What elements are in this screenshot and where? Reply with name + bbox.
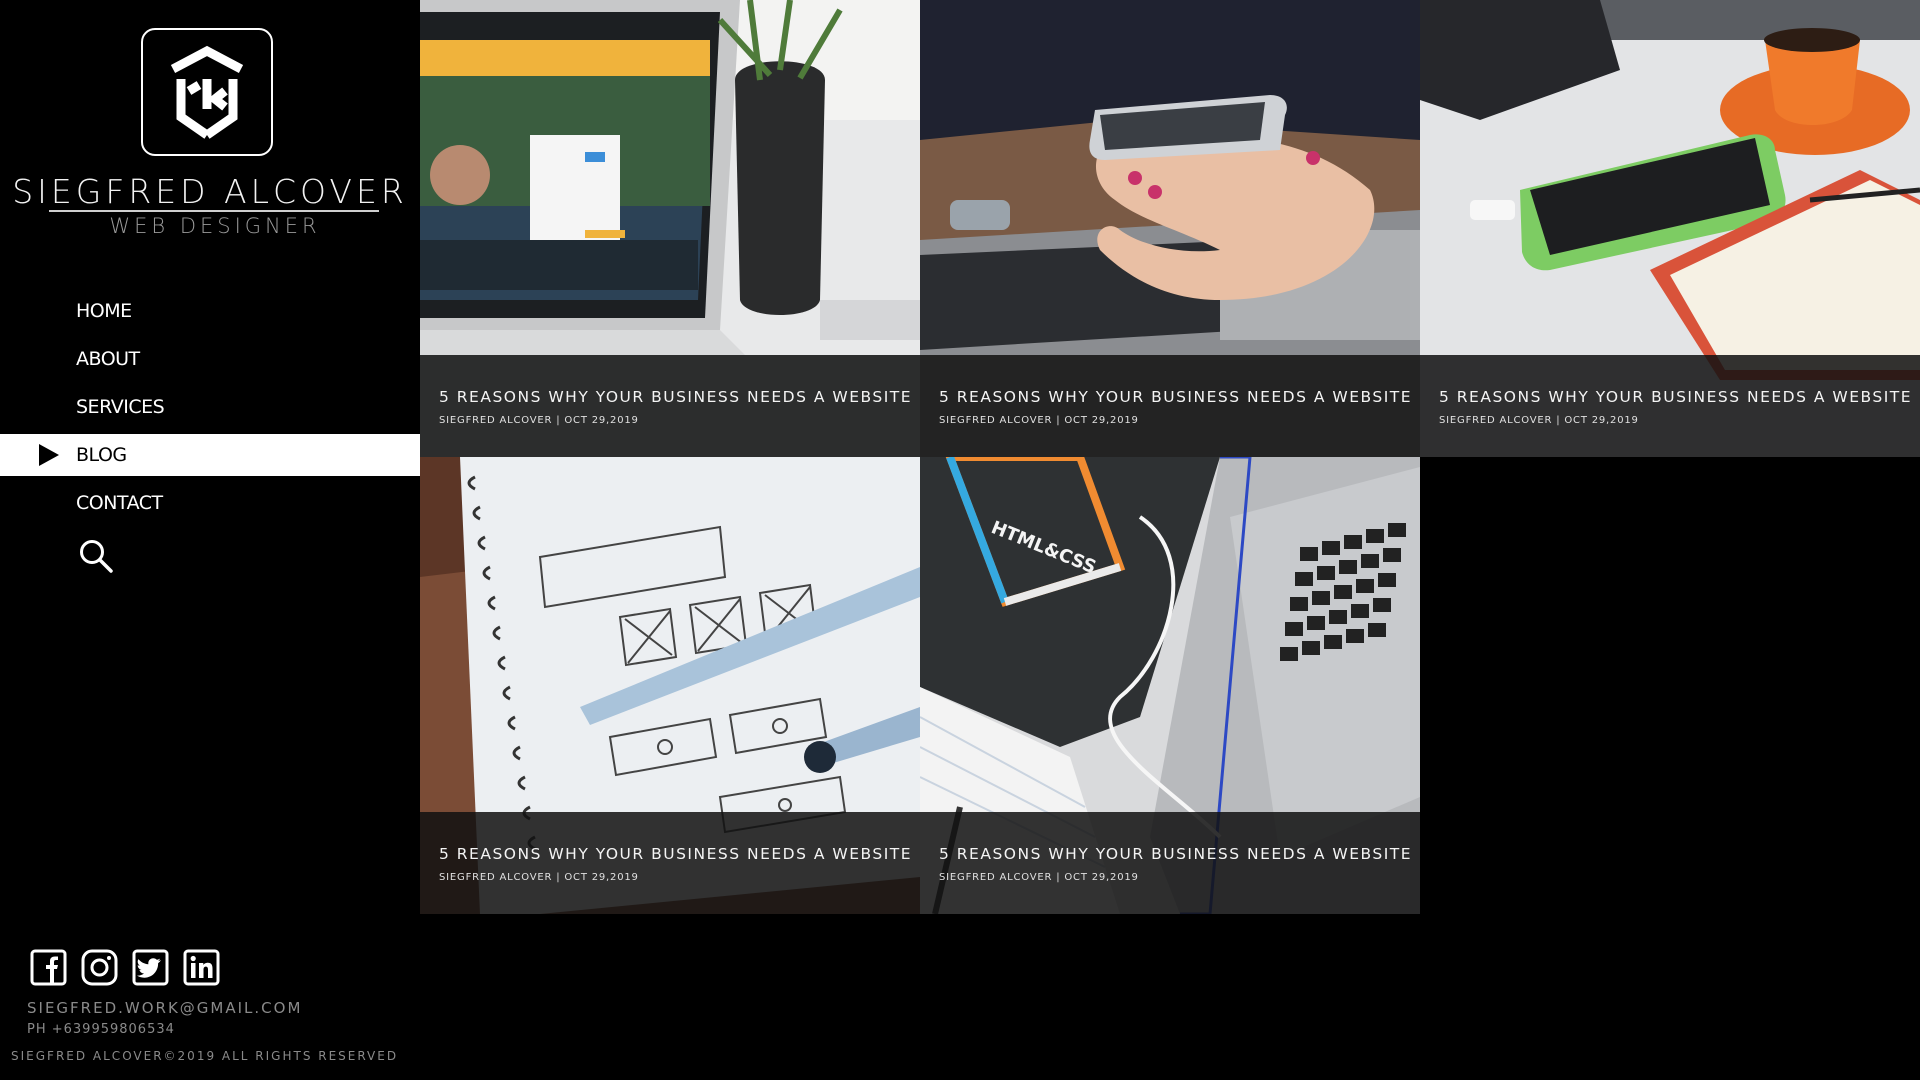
post-meta: SIEGFRED ALCOVER | OCT 29,2019 bbox=[439, 872, 639, 883]
post-title[interactable]: 5 REASONS WHY YOUR BUSINESS NEEDS A WEBS… bbox=[939, 845, 1412, 863]
nav-item-label: ABOUT bbox=[76, 348, 140, 370]
post-title[interactable]: 5 REASONS WHY YOUR BUSINESS NEEDS A WEBS… bbox=[439, 845, 912, 863]
copyright: SIEGFRED ALCOVER©2019 ALL RIGHTS RESERVE… bbox=[11, 1049, 399, 1063]
social-links bbox=[30, 949, 220, 986]
search-icon bbox=[80, 540, 113, 573]
sidebar: SIEGFRED ALCOVER WEB DESIGNER HOME ABOUT… bbox=[0, 0, 420, 1080]
instagram-icon[interactable] bbox=[81, 949, 118, 986]
blog-card[interactable]: 5 REASONS WHY YOUR BUSINESS NEEDS A WEBS… bbox=[420, 0, 920, 457]
post-meta: SIEGFRED ALCOVER | OCT 29,2019 bbox=[939, 415, 1139, 426]
nav-item-label: BLOG bbox=[76, 444, 127, 466]
blog-card[interactable]: 5 REASONS WHY YOUR BUSINESS NEEDS A WEBS… bbox=[420, 457, 920, 914]
search-button[interactable] bbox=[78, 538, 114, 574]
contact-phone: PH +639959806534 bbox=[27, 1022, 175, 1037]
brand-role: WEB DESIGNER bbox=[109, 214, 321, 238]
brand-name: SIEGFRED ALCOVER bbox=[12, 172, 408, 211]
linkedin-icon[interactable] bbox=[183, 949, 220, 986]
brand-divider bbox=[49, 210, 379, 212]
nav-item-about[interactable]: ABOUT bbox=[0, 338, 420, 380]
nav-item-home[interactable]: HOME bbox=[0, 290, 420, 332]
post-meta: SIEGFRED ALCOVER | OCT 29,2019 bbox=[939, 872, 1139, 883]
post-caption: 5 REASONS WHY YOUR BUSINESS NEEDS A WEBS… bbox=[920, 355, 1420, 457]
contact-email[interactable]: SIEGFRED.WORK@GMAIL.COM bbox=[27, 999, 302, 1017]
blog-card[interactable]: 5 REASONS WHY YOUR BUSINESS NEEDS A WEBS… bbox=[1420, 0, 1920, 457]
blog-card[interactable]: HTML&CSS 5 REASONS WHY YOUR BUSINESS NEE… bbox=[920, 457, 1420, 914]
post-caption: 5 REASONS WHY YOUR BUSINESS NEEDS A WEBS… bbox=[420, 355, 920, 457]
nav-item-contact[interactable]: CONTACT bbox=[0, 482, 420, 524]
main-nav: HOME ABOUT SERVICES BLOG CONTACT bbox=[0, 290, 420, 530]
blog-grid: 5 REASONS WHY YOUR BUSINESS NEEDS A WEBS… bbox=[420, 0, 1920, 914]
post-caption: 5 REASONS WHY YOUR BUSINESS NEEDS A WEBS… bbox=[420, 812, 920, 914]
post-title[interactable]: 5 REASONS WHY YOUR BUSINESS NEEDS A WEBS… bbox=[439, 388, 912, 406]
nav-item-label: SERVICES bbox=[76, 396, 165, 418]
nav-item-label: HOME bbox=[76, 300, 132, 322]
blog-card[interactable]: 5 REASONS WHY YOUR BUSINESS NEEDS A WEBS… bbox=[920, 0, 1420, 457]
post-caption: 5 REASONS WHY YOUR BUSINESS NEEDS A WEBS… bbox=[920, 812, 1420, 914]
nav-item-services[interactable]: SERVICES bbox=[0, 386, 420, 428]
active-arrow-icon bbox=[39, 444, 59, 466]
nav-item-label: CONTACT bbox=[76, 492, 163, 514]
nav-item-blog[interactable]: BLOG bbox=[0, 434, 420, 476]
logo-monogram-icon bbox=[170, 45, 244, 139]
post-meta: SIEGFRED ALCOVER | OCT 29,2019 bbox=[439, 415, 639, 426]
post-meta: SIEGFRED ALCOVER | OCT 29,2019 bbox=[1439, 415, 1639, 426]
facebook-icon[interactable] bbox=[30, 949, 67, 986]
post-title[interactable]: 5 REASONS WHY YOUR BUSINESS NEEDS A WEBS… bbox=[939, 388, 1412, 406]
post-caption: 5 REASONS WHY YOUR BUSINESS NEEDS A WEBS… bbox=[1420, 355, 1920, 457]
post-title[interactable]: 5 REASONS WHY YOUR BUSINESS NEEDS A WEBS… bbox=[1439, 388, 1912, 406]
logo[interactable] bbox=[141, 28, 273, 156]
twitter-icon[interactable] bbox=[132, 949, 169, 986]
